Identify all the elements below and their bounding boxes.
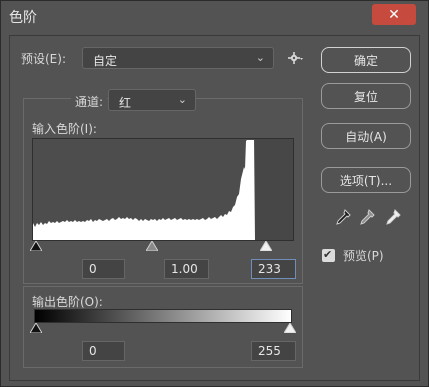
input-levels-label: 输入色阶(I):	[32, 122, 97, 136]
input-black-point-slider[interactable]	[30, 241, 42, 251]
output-white-slider[interactable]	[284, 323, 296, 333]
histogram-graph	[33, 139, 293, 240]
output-black-field[interactable]: 0	[82, 341, 125, 361]
preset-select[interactable]: 自定 ⌄	[82, 47, 274, 69]
chevron-down-icon: ⌄	[255, 51, 265, 64]
output-gradient-bar	[34, 309, 292, 323]
preset-value: 自定	[93, 54, 118, 68]
histogram	[32, 138, 294, 241]
dialog-title: 色阶	[9, 10, 37, 26]
input-white-field[interactable]: 233	[251, 259, 296, 279]
reset-button[interactable]: 复位	[321, 83, 411, 109]
options-button[interactable]: 选项(T)...	[321, 167, 411, 193]
input-gamma-slider[interactable]	[146, 241, 158, 251]
white-eyedropper-icon[interactable]	[385, 209, 401, 227]
channel-value: 红	[119, 96, 132, 110]
input-gamma-field[interactable]: 1.00	[164, 259, 209, 279]
input-black-field[interactable]: 0	[82, 259, 125, 279]
levels-dialog: 色阶 ✕ 预设(E): 自定 ⌄ 确定 复位 自动(A) 选项(T)... ✔ …	[0, 0, 429, 387]
output-white-field[interactable]: 255	[251, 341, 296, 361]
histogram-fill	[33, 140, 255, 240]
close-button[interactable]: ✕	[372, 4, 416, 25]
gear-icon[interactable]	[287, 50, 303, 66]
auto-button[interactable]: 自动(A)	[321, 123, 411, 149]
ok-button[interactable]: 确定	[321, 47, 411, 73]
output-black-slider[interactable]	[30, 323, 42, 333]
chevron-down-icon: ⌄	[177, 93, 187, 106]
black-eyedropper-icon[interactable]	[335, 209, 351, 227]
channel-label: 通道:	[71, 93, 108, 110]
output-levels-label: 输出色阶(O):	[32, 295, 103, 309]
title-bar: 色阶 ✕	[1, 1, 428, 31]
preview-checkbox[interactable]	[322, 248, 335, 262]
input-white-point-slider[interactable]	[260, 241, 272, 251]
preset-label: 预设(E):	[21, 52, 66, 66]
preview-label: 预览(P)	[343, 249, 384, 263]
channel-select[interactable]: 红 ⌄	[108, 89, 196, 111]
close-icon: ✕	[388, 6, 400, 23]
gray-eyedropper-icon[interactable]	[359, 209, 375, 227]
histogram-clipped-area	[255, 139, 293, 240]
